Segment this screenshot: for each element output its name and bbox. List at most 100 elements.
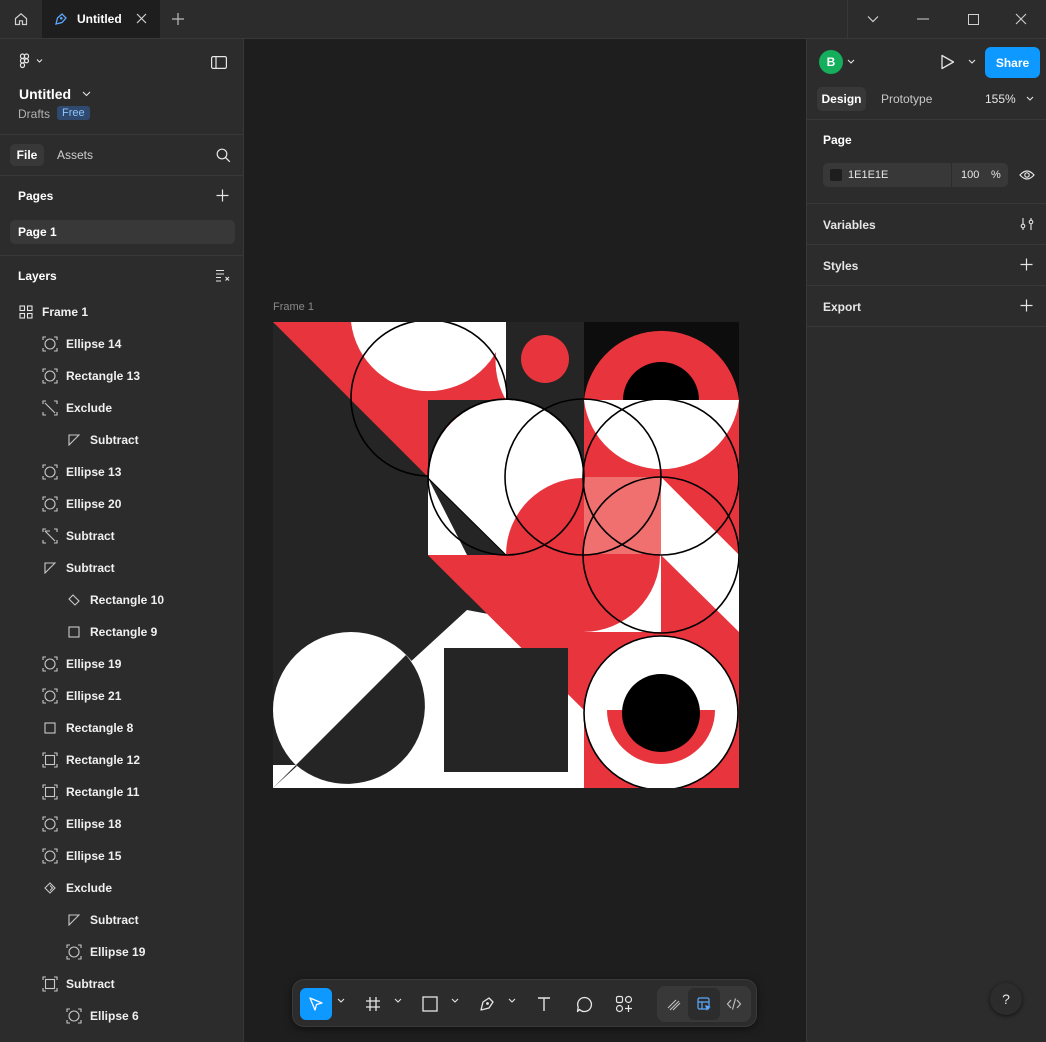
move-tool-chevron-icon[interactable] bbox=[337, 998, 345, 1004]
close-tab-icon[interactable] bbox=[135, 12, 148, 25]
layer-row[interactable]: Ellipse 20 bbox=[0, 488, 243, 520]
layer-row[interactable]: Ellipse 14 bbox=[0, 328, 243, 360]
avatar-chevron-icon[interactable] bbox=[847, 59, 855, 65]
layer-name: Exclude bbox=[66, 401, 113, 415]
layer-row[interactable]: Ellipse 15 bbox=[0, 840, 243, 872]
zoom-level[interactable]: 155% bbox=[985, 92, 1016, 106]
page-fill-field[interactable]: 1E1E1E 100 % bbox=[823, 163, 1008, 187]
divider bbox=[807, 119, 1046, 120]
frame-label[interactable]: Frame 1 bbox=[273, 301, 314, 313]
layer-row[interactable]: Exclude bbox=[0, 872, 243, 904]
code-icon bbox=[726, 998, 742, 1010]
shape-tool-button[interactable] bbox=[414, 988, 446, 1020]
home-button[interactable] bbox=[0, 0, 43, 38]
file-name[interactable]: Untitled bbox=[19, 86, 71, 102]
comment-tool-button[interactable] bbox=[568, 988, 600, 1020]
layer-row[interactable]: Rectangle 12 bbox=[0, 744, 243, 776]
frame-tool-button[interactable] bbox=[357, 988, 389, 1020]
layer-row[interactable]: Ellipse 13 bbox=[0, 456, 243, 488]
layers-collapse-icon[interactable] bbox=[215, 269, 230, 282]
layer-name: Rectangle 11 bbox=[66, 785, 140, 799]
tab-file[interactable]: File bbox=[10, 144, 44, 166]
draw-mode-button[interactable] bbox=[658, 988, 690, 1020]
pen-tool-chevron-icon[interactable] bbox=[508, 998, 516, 1004]
layer-name: Ellipse 14 bbox=[66, 337, 122, 351]
actions-tool-button[interactable] bbox=[608, 988, 640, 1020]
design-mode-button[interactable] bbox=[688, 988, 720, 1020]
variables-adjust-icon[interactable] bbox=[1020, 217, 1034, 231]
layer-row[interactable]: Ellipse 21 bbox=[0, 680, 243, 712]
layer-name: Rectangle 13 bbox=[66, 369, 141, 383]
layer-row[interactable]: Subtract bbox=[0, 520, 243, 552]
zoom-chevron-icon[interactable] bbox=[1026, 96, 1034, 102]
layer-row[interactable]: Ellipse 19 bbox=[0, 936, 243, 968]
help-button[interactable]: ? bbox=[990, 983, 1022, 1015]
visibility-eye-icon[interactable] bbox=[1019, 169, 1035, 181]
fill-hex-value[interactable]: 1E1E1E bbox=[848, 169, 888, 181]
frame-icon bbox=[18, 304, 34, 320]
tabs-dropdown-button[interactable] bbox=[848, 0, 898, 38]
layer-row[interactable]: Rectangle 10 bbox=[0, 584, 243, 616]
file-tab[interactable]: Untitled bbox=[42, 0, 160, 38]
layer-row[interactable]: Rectangle 8 bbox=[0, 712, 243, 744]
shape-tool-chevron-icon[interactable] bbox=[451, 998, 459, 1004]
share-button[interactable]: Share bbox=[985, 47, 1040, 78]
layer-row[interactable]: Subtract bbox=[0, 904, 243, 936]
corner-rect-icon bbox=[42, 784, 58, 800]
layer-row[interactable]: Rectangle 13 bbox=[0, 360, 243, 392]
layer-row[interactable]: Rectangle 9 bbox=[0, 616, 243, 648]
search-icon[interactable] bbox=[216, 148, 231, 163]
boolean-subtract-icon bbox=[42, 528, 58, 544]
layer-row[interactable]: Ellipse 18 bbox=[0, 808, 243, 840]
boolean-exclude-icon bbox=[42, 400, 58, 416]
triangle-icon bbox=[66, 912, 82, 928]
move-tool-button[interactable] bbox=[300, 988, 332, 1020]
divider bbox=[807, 326, 1046, 327]
minimize-button[interactable] bbox=[898, 0, 948, 38]
layer-row[interactable]: Ellipse 6 bbox=[0, 1000, 243, 1032]
layer-row[interactable]: Exclude bbox=[0, 392, 243, 424]
file-location[interactable]: Drafts bbox=[18, 107, 50, 121]
present-chevron-icon[interactable] bbox=[968, 59, 976, 65]
frame-tool-chevron-icon[interactable] bbox=[394, 998, 402, 1004]
styles-section-title[interactable]: Styles bbox=[823, 259, 858, 273]
layer-row[interactable]: Subtract bbox=[0, 424, 243, 456]
file-name-chevron-icon[interactable] bbox=[82, 91, 91, 97]
ellipse-icon bbox=[42, 688, 58, 704]
layer-row[interactable]: Ellipse 19 bbox=[0, 648, 243, 680]
new-tab-icon[interactable] bbox=[170, 11, 186, 27]
triangle-icon bbox=[66, 432, 82, 448]
maximize-button[interactable] bbox=[948, 0, 998, 38]
dev-mode-button[interactable] bbox=[718, 988, 750, 1020]
add-style-icon[interactable] bbox=[1020, 258, 1033, 271]
main-menu-button[interactable] bbox=[18, 53, 44, 74]
tab-design[interactable]: Design bbox=[817, 87, 866, 111]
layer-row[interactable]: Frame 1 bbox=[0, 296, 243, 328]
tab-assets[interactable]: Assets bbox=[57, 148, 93, 162]
add-page-icon[interactable] bbox=[216, 189, 229, 202]
layer-name: Rectangle 12 bbox=[66, 753, 141, 767]
canvas[interactable]: Frame 1 bbox=[244, 39, 806, 1042]
export-section-title[interactable]: Export bbox=[823, 300, 861, 314]
frame-1-artwork[interactable] bbox=[273, 322, 739, 788]
frame-hash-icon bbox=[366, 997, 380, 1011]
add-export-icon[interactable] bbox=[1020, 299, 1033, 312]
close-window-button[interactable] bbox=[996, 0, 1046, 38]
layer-row[interactable]: Rectangle 11 bbox=[0, 776, 243, 808]
layer-row[interactable]: Subtract bbox=[0, 552, 243, 584]
pen-tool-button[interactable] bbox=[471, 988, 503, 1020]
play-icon[interactable] bbox=[940, 54, 955, 70]
fill-opacity-value[interactable]: 100 bbox=[961, 169, 979, 181]
avatar[interactable]: B bbox=[819, 50, 843, 74]
rectangle-icon bbox=[42, 720, 58, 736]
page-item[interactable]: Page 1 bbox=[10, 220, 235, 244]
ellipse-icon bbox=[42, 336, 58, 352]
tab-prototype[interactable]: Prototype bbox=[881, 92, 932, 106]
actions-grid-icon bbox=[615, 995, 633, 1013]
text-tool-button[interactable] bbox=[528, 988, 560, 1020]
variables-section-title[interactable]: Variables bbox=[823, 218, 876, 232]
page-item-label: Page 1 bbox=[18, 225, 57, 239]
layer-row[interactable]: Subtract bbox=[0, 968, 243, 1000]
sidebar-toggle-icon[interactable] bbox=[211, 56, 227, 69]
fill-swatch[interactable] bbox=[830, 169, 842, 181]
